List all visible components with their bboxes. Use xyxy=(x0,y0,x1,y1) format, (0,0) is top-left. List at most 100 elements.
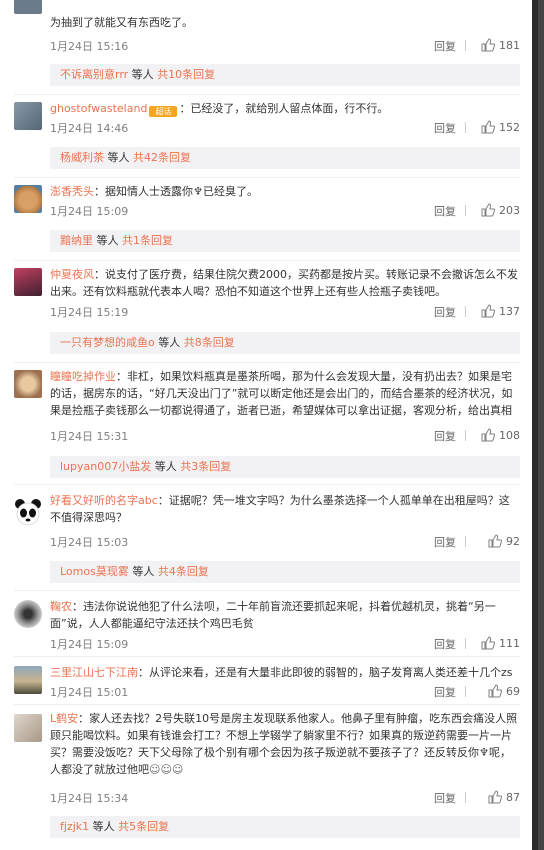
divider xyxy=(465,686,466,697)
reply-button[interactable]: 回复 xyxy=(434,684,456,700)
divider xyxy=(465,122,466,133)
like-button[interactable]: 92 xyxy=(472,534,520,548)
comment-username[interactable]: 仲夏夜风 xyxy=(50,268,94,281)
reply-count[interactable]: 共42条回复 xyxy=(133,151,191,164)
thumbs-up-icon xyxy=(481,304,496,318)
comment-meta: 1月24日 15:01 回复 69 xyxy=(50,684,520,700)
comment-text: 鞠农：违法你说说他犯了什么法呗，二十年前盲流还要抓起来呢，抖着优越机灵，挑着“另… xyxy=(50,600,496,630)
divider xyxy=(465,638,466,649)
like-count: 92 xyxy=(506,535,520,548)
divider xyxy=(465,792,466,803)
reply-user[interactable]: 杨威利茶 xyxy=(60,151,104,164)
reply-button[interactable]: 回复 xyxy=(434,304,456,320)
comment-username[interactable]: 澎香秃头 xyxy=(50,185,94,198)
emoji-icon: ♆ xyxy=(479,746,489,759)
comment-date: 1月24日 15:03 xyxy=(50,536,129,549)
reply-count[interactable]: 共10条回复 xyxy=(157,68,215,81)
comment-text: ghostofwasteland 超话 ：已经没了，就给别人留点体面，行不行。 xyxy=(50,102,389,117)
reply-count[interactable]: 共8条回复 xyxy=(184,336,235,349)
comment-text-line: 为抽到了就能又有东西吃了。 xyxy=(50,16,193,29)
reply-count[interactable]: 共1条回复 xyxy=(122,234,173,247)
reply-button[interactable]: 回复 xyxy=(434,790,456,806)
divider xyxy=(465,536,466,547)
reply-summary[interactable]: 不诉离别意rrr 等人 共10条回复 xyxy=(50,64,520,86)
like-count: 181 xyxy=(499,39,520,52)
comment-username[interactable]: 三里江山七下江南 xyxy=(50,666,138,679)
comment-text: L鹤安：家人还去找？2号失联10号是房主发现联系他家人。他鼻子里有肿瘤，吃东西会… xyxy=(50,712,518,776)
panda-avatar-icon xyxy=(15,499,41,526)
like-count: 87 xyxy=(506,791,520,804)
reply-button[interactable]: 回复 xyxy=(434,636,456,652)
comment-text: 仲夏夜风：说支付了医疗费，结果住院欠费2000，买药都是按片买。转账记录不会撤诉… xyxy=(50,268,518,298)
like-button[interactable]: 137 xyxy=(472,304,520,318)
reply-count[interactable]: 共4条回复 xyxy=(158,565,209,578)
divider xyxy=(465,306,466,317)
divider xyxy=(14,94,520,95)
emoji-icon: ☺☺☺ xyxy=(149,763,184,776)
comment-text: 澎香秃头：据知情人士透露你♆已经臭了。 xyxy=(50,185,258,198)
thumbs-up-icon xyxy=(488,534,503,548)
comment-date: 1月24日 15:09 xyxy=(50,638,129,651)
like-button[interactable]: 87 xyxy=(472,790,520,804)
comment-meta: 1月24日 14:46 回复 152 xyxy=(50,120,520,136)
divider xyxy=(14,484,520,485)
like-button[interactable]: 108 xyxy=(472,428,520,442)
comment-username[interactable]: ghostofwasteland xyxy=(50,102,147,115)
thumbs-up-icon xyxy=(488,790,503,804)
comment-list: 为抽到了就能又有东西吃了。 1月24日 15:16 回复 181 不诉离别意rr… xyxy=(0,0,544,850)
like-button[interactable]: 69 xyxy=(472,684,520,698)
emoji-icon: ♆ xyxy=(193,185,203,198)
reply-summary[interactable]: lupyan007小盐发 等人 共3条回复 xyxy=(50,456,520,478)
reply-button[interactable]: 回复 xyxy=(434,534,456,550)
reply-count[interactable]: 共3条回复 xyxy=(180,460,231,473)
avatar[interactable] xyxy=(14,268,42,296)
like-count: 111 xyxy=(499,637,520,650)
reply-summary[interactable]: 黯纳里 等人 共1条回复 xyxy=(50,230,520,252)
comment-username[interactable]: 瞳瞳吃掉作业 xyxy=(50,370,116,383)
like-button[interactable]: 203 xyxy=(472,203,520,217)
reply-user[interactable]: lupyan007小盐发 xyxy=(60,460,151,473)
like-count: 137 xyxy=(499,305,520,318)
reply-button[interactable]: 回复 xyxy=(434,428,456,444)
like-button[interactable]: 181 xyxy=(472,38,520,52)
like-button[interactable]: 111 xyxy=(472,636,520,650)
reply-button[interactable]: 回复 xyxy=(434,203,456,219)
divider xyxy=(14,260,520,261)
reply-user[interactable]: 黯纳里 xyxy=(60,234,93,247)
reply-summary[interactable]: Lomos莫现雾 等人 共4条回复 xyxy=(50,561,520,583)
reply-user[interactable]: 一只有梦想的咸鱼o xyxy=(60,336,155,349)
comment-meta: 1月24日 15:03 回复 92 xyxy=(50,534,520,550)
reply-button[interactable]: 回复 xyxy=(434,120,456,136)
like-count: 152 xyxy=(499,121,520,134)
avatar[interactable] xyxy=(14,666,42,694)
like-count: 108 xyxy=(499,429,520,442)
avatar[interactable] xyxy=(14,102,42,130)
thumbs-up-icon xyxy=(481,636,496,650)
comment-date: 1月24日 14:46 xyxy=(50,122,129,135)
reply-summary[interactable]: fjzjk1 等人 共5条回复 xyxy=(50,816,520,838)
avatar[interactable] xyxy=(14,0,42,14)
comment-date: 1月24日 15:19 xyxy=(50,306,129,319)
reply-user[interactable]: fjzjk1 xyxy=(60,820,89,833)
avatar[interactable] xyxy=(14,370,42,398)
comment-meta: 1月24日 15:16 回复 181 xyxy=(50,38,520,54)
avatar[interactable] xyxy=(14,600,42,628)
divider xyxy=(14,656,520,657)
reply-summary[interactable]: 杨威利茶 等人 共42条回复 xyxy=(50,147,520,169)
like-count: 69 xyxy=(506,685,520,698)
comment-meta: 1月24日 15:09 回复 203 xyxy=(50,203,520,219)
reply-user[interactable]: Lomos莫现雾 xyxy=(60,565,129,578)
comment-username[interactable]: L鹤安 xyxy=(50,712,78,725)
avatar[interactable] xyxy=(14,714,42,742)
reply-count[interactable]: 共5条回复 xyxy=(118,820,169,833)
comment-username[interactable]: 好看又好听的名字abc xyxy=(50,494,158,507)
comment-username[interactable]: 鞠农 xyxy=(50,600,72,613)
reply-button[interactable]: 回复 xyxy=(434,38,456,54)
like-button[interactable]: 152 xyxy=(472,120,520,134)
avatar[interactable] xyxy=(14,185,42,213)
avatar[interactable] xyxy=(14,498,42,526)
scrollbar[interactable] xyxy=(538,0,544,850)
reply-summary[interactable]: 一只有梦想的咸鱼o 等人 共8条回复 xyxy=(50,332,520,354)
like-count: 203 xyxy=(499,204,520,217)
reply-user[interactable]: 不诉离别意rrr xyxy=(60,68,128,81)
